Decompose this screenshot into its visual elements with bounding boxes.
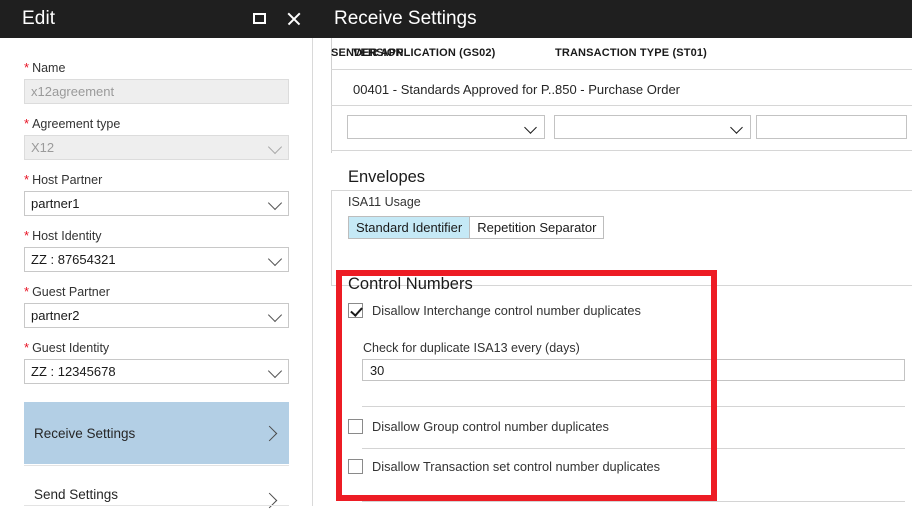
- guest-identity-select[interactable]: ZZ : 12345678: [24, 359, 289, 384]
- agreement-edit-screen: Edit *Name x12agreement *Agreem: [0, 0, 912, 506]
- toggle-repetition-separator[interactable]: Repetition Separator: [470, 217, 603, 238]
- chevron-down-icon: [268, 139, 282, 153]
- close-icon[interactable]: [286, 10, 304, 28]
- checkbox-label: Disallow Interchange control number dupl…: [363, 303, 641, 318]
- isa13-days-input[interactable]: 30: [362, 359, 905, 381]
- host-identity-value: ZZ : 87654321: [31, 252, 116, 267]
- required-indicator: *: [24, 60, 29, 75]
- isa13-days-value: 30: [370, 363, 384, 378]
- host-partner-value: partner1: [31, 196, 79, 211]
- edit-blade: Edit *Name x12agreement *Agreem: [0, 0, 313, 506]
- checkbox-disallow-transaction-set[interactable]: Disallow Transaction set control number …: [348, 459, 660, 474]
- checkbox-label: Disallow Group control number duplicates: [363, 419, 609, 434]
- name-input-value: x12agreement: [31, 84, 114, 99]
- required-indicator: *: [24, 172, 29, 187]
- grid-rule: [331, 150, 912, 151]
- field-host-identity: *Host Identity ZZ : 87654321: [24, 228, 289, 272]
- envelopes-subtitle: ISA11 Usage: [348, 195, 421, 209]
- edit-blade-title: Edit: [22, 8, 55, 30]
- cell-transaction-type: 850 - Purchase Order: [555, 82, 680, 97]
- edit-blade-titlebar: Edit: [0, 0, 313, 38]
- section-divider: [362, 448, 905, 449]
- grid-rule: [331, 105, 912, 106]
- new-sender-application-input[interactable]: [756, 115, 907, 139]
- host-identity-select[interactable]: ZZ : 87654321: [24, 247, 289, 272]
- guest-partner-select[interactable]: partner2: [24, 303, 289, 328]
- toggle-standard-identifier[interactable]: Standard Identifier: [349, 217, 470, 238]
- chevron-right-icon: [262, 426, 278, 442]
- agreement-type-select[interactable]: X12: [24, 135, 289, 160]
- checkbox-icon-unchecked: [348, 419, 363, 434]
- field-agreement-type: *Agreement type X12: [24, 116, 289, 160]
- guest-partner-value: partner2: [31, 308, 79, 323]
- new-version-select[interactable]: [347, 115, 545, 139]
- chevron-down-icon: [268, 195, 282, 209]
- field-guest-partner-label: *Guest Partner: [24, 284, 289, 299]
- chevron-down-icon: [524, 121, 537, 134]
- sidebar-item-label: Receive Settings: [24, 426, 135, 441]
- receive-settings-blade: Receive Settings VERSION TRANSACTION TYP…: [313, 0, 912, 506]
- sidebar-item-label: Send Settings: [24, 487, 118, 502]
- isa11-usage-toggle-group: Standard Identifier Repetition Separator: [348, 216, 604, 239]
- guest-identity-value: ZZ : 12345678: [31, 364, 116, 379]
- required-indicator: *: [24, 340, 29, 355]
- isa13-days-label: Check for duplicate ISA13 every (days): [363, 341, 580, 355]
- field-agreement-type-label: *Agreement type: [24, 116, 289, 131]
- section-divider: [362, 501, 905, 502]
- field-guest-identity: *Guest Identity ZZ : 12345678: [24, 340, 289, 384]
- sidebar-item-receive-settings[interactable]: Receive Settings: [24, 402, 289, 464]
- required-indicator: *: [24, 116, 29, 131]
- restore-icon[interactable]: [252, 10, 270, 28]
- checkbox-disallow-interchange[interactable]: Disallow Interchange control number dupl…: [348, 303, 641, 318]
- checkbox-disallow-group[interactable]: Disallow Group control number duplicates: [348, 419, 609, 434]
- field-host-identity-label: *Host Identity: [24, 228, 289, 243]
- field-guest-partner: *Guest Partner partner2: [24, 284, 289, 328]
- column-header-sender-application: SENDER APPLICATION (GS02): [331, 47, 496, 59]
- host-partner-select[interactable]: partner1: [24, 191, 289, 216]
- chevron-down-icon: [268, 251, 282, 265]
- grid-rule: [331, 69, 912, 70]
- field-name: *Name x12agreement: [24, 60, 289, 104]
- cell-version: 00401 - Standards Approved for P...: [353, 82, 559, 97]
- field-host-partner: *Host Partner partner1: [24, 172, 289, 216]
- checkbox-icon-checked: [348, 303, 363, 318]
- receive-settings-title: Receive Settings: [334, 8, 477, 30]
- field-guest-identity-label: *Guest Identity: [24, 340, 289, 355]
- required-indicator: *: [24, 284, 29, 299]
- edit-blade-body: *Name x12agreement *Agreement type X12: [0, 38, 312, 506]
- required-indicator: *: [24, 228, 29, 243]
- checkbox-icon-unchecked: [348, 459, 363, 474]
- new-transaction-type-select[interactable]: [554, 115, 751, 139]
- agreement-type-value: X12: [31, 140, 54, 155]
- receive-settings-content: VERSION TRANSACTION TYPE (ST01) SENDER A…: [313, 38, 912, 506]
- section-divider: [362, 406, 905, 407]
- sidebar-item-send-settings[interactable]: Send Settings: [24, 466, 289, 522]
- column-header-transaction-type: TRANSACTION TYPE (ST01): [555, 47, 707, 59]
- control-numbers-title: Control Numbers: [348, 275, 473, 294]
- name-input[interactable]: x12agreement: [24, 79, 289, 104]
- chevron-down-icon: [268, 363, 282, 377]
- envelopes-title: Envelopes: [348, 168, 425, 187]
- checkbox-label: Disallow Transaction set control number …: [363, 459, 660, 474]
- receive-settings-titlebar: Receive Settings: [313, 0, 912, 38]
- field-name-label: *Name: [24, 60, 289, 75]
- chevron-down-icon: [730, 121, 743, 134]
- chevron-down-icon: [268, 307, 282, 321]
- field-host-partner-label: *Host Partner: [24, 172, 289, 187]
